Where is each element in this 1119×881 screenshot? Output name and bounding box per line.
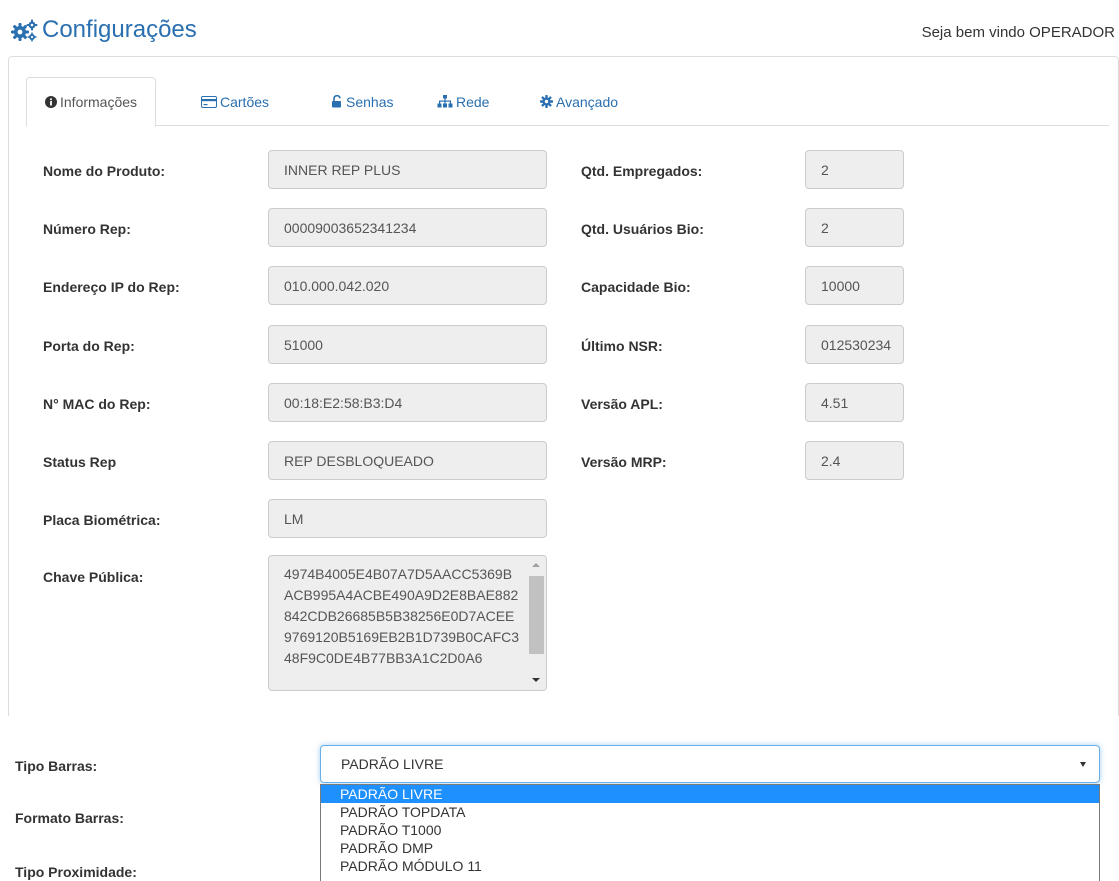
field-capacidade-bio[interactable]: 10000 [805,266,904,305]
field-status-rep[interactable]: REP DESBLOQUEADO [268,441,547,480]
tab-label: Informações [60,94,138,110]
label-placa-biometrica: Placa Biométrica: [43,512,161,528]
field-placa-biometrica[interactable]: LM [268,499,547,538]
public-key-textarea[interactable]: 4974B4005E4B07A7D5AACC5369BACB995A4ACBE4… [268,555,547,691]
public-key-text: 4974B4005E4B07A7D5AACC5369BACB995A4ACBE4… [284,566,520,666]
credit-card-icon [201,95,217,108]
field-ultimo-nsr[interactable]: 012530234 [805,325,904,364]
field-porta-rep[interactable]: 51000 [268,325,547,364]
info-icon [45,96,57,108]
page-title: Configurações [10,16,197,44]
header: Configurações Seja bem vindo OPERADOR [10,12,1119,52]
field-versao-apl[interactable]: 4.51 [805,383,904,422]
label-tipo-proximidade: Tipo Proximidade: [15,864,137,880]
scrollbar[interactable] [529,558,544,688]
dropdown-option[interactable]: PADRÃO LIVRE [321,785,1099,803]
tab-cartoes[interactable]: Cartões [201,77,269,126]
field-nome-produto[interactable]: INNER REP PLUS [268,150,547,189]
scroll-thumb[interactable] [529,576,544,654]
tab-label: Senhas [346,93,394,110]
tab-label: Cartões [220,93,270,110]
chevron-down-icon [1080,762,1086,767]
scroll-down-arrow-icon[interactable] [532,678,540,682]
tab-senhas[interactable]: Senhas [331,77,393,126]
field-mac-rep[interactable]: 00:18:E2:58:B3:D4 [268,383,547,422]
label-nome-produto: Nome do Produto: [43,163,166,179]
tab-bar: Informações Cartões Senhas Rede Avançado [26,77,1109,127]
tab-rede[interactable]: Rede [437,77,489,126]
label-versao-apl: Versão APL: [581,396,663,412]
label-formato-barras: Formato Barras: [15,810,124,826]
field-qtd-usuarios-bio[interactable]: 2 [805,208,904,247]
tab-avancado[interactable]: Avançado [540,77,618,126]
select-value: PADRÃO LIVRE [341,756,444,772]
scroll-up-arrow-icon[interactable] [532,563,540,567]
label-qtd-empregados: Qtd. Empregados: [581,163,703,179]
dropdown-option[interactable]: PADRÃO TOPDATA [321,803,1099,821]
unlock-icon [332,95,341,108]
tab-label: Avançado [556,93,619,110]
field-endereco-ip[interactable]: 010.000.042.020 [268,266,547,305]
page-title-text: Configurações [42,16,197,43]
sitemap-icon [437,95,453,108]
label-chave-publica: Chave Pública: [43,569,144,585]
field-numero-rep[interactable]: 00009003652341234 [268,208,547,247]
tipo-barras-select[interactable]: PADRÃO LIVRE [320,745,1100,783]
tipo-barras-dropdown-list: PADRÃO LIVRE PADRÃO TOPDATA PADRÃO T1000… [320,784,1100,881]
welcome-message: Seja bem vindo OPERADOR [921,24,1115,41]
field-versao-mrp[interactable]: 2.4 [805,441,904,480]
label-porta-rep: Porta do Rep: [43,338,135,354]
label-status-rep: Status Rep [43,454,117,470]
label-capacidade-bio: Capacidade Bio: [581,279,691,295]
gear-icon [540,95,553,108]
label-mac-rep: N° MAC do Rep: [43,396,151,412]
label-qtd-usuarios-bio: Qtd. Usuários Bio: [581,221,704,237]
label-endereco-ip: Endereço IP do Rep: [43,279,180,295]
label-tipo-barras: Tipo Barras: [15,758,98,774]
tab-informacoes[interactable]: Informações [26,77,157,127]
label-versao-mrp: Versão MRP: [581,454,667,470]
label-ultimo-nsr: Último NSR: [581,338,663,354]
tab-label: Rede [456,93,490,110]
gears-icon [11,19,38,42]
dropdown-option[interactable]: PADRÃO DMP [321,839,1099,857]
dropdown-option[interactable]: PADRÃO MÓDULO 11 [321,857,1099,875]
label-numero-rep: Número Rep: [43,221,131,237]
settings-panel: Informações Cartões Senhas Rede Avançado… [8,56,1119,716]
dropdown-option[interactable]: PADRÃO T1000 [321,821,1099,839]
field-qtd-empregados[interactable]: 2 [805,150,904,189]
